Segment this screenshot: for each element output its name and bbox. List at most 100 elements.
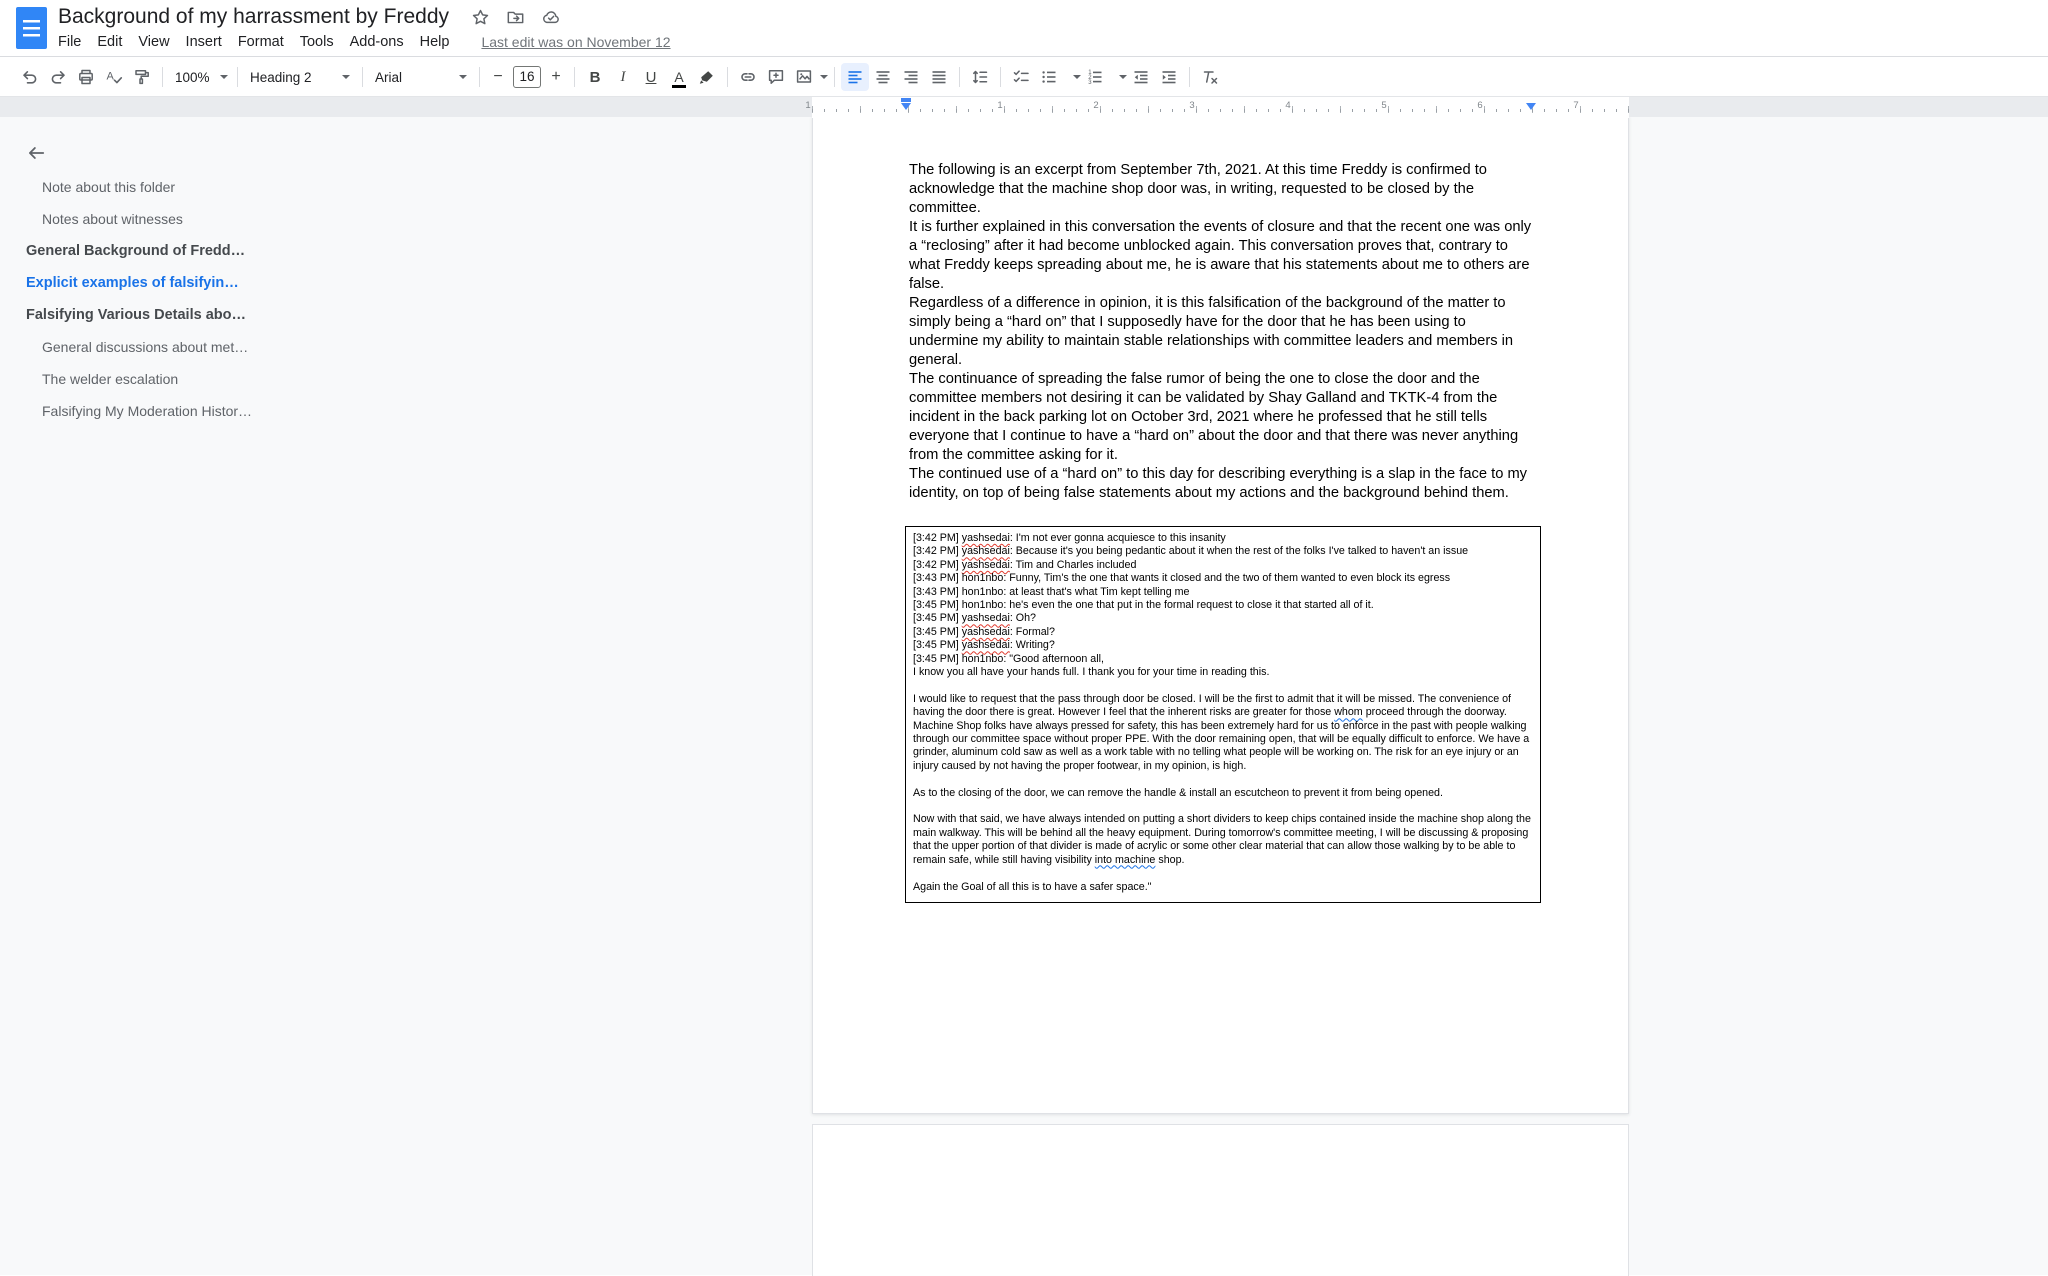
redo-button[interactable] [44, 63, 72, 91]
outline-item-explicit-examples-of-falsify[interactable]: Explicit examples of falsifyin… [26, 273, 456, 293]
clear-formatting-button[interactable] [1196, 63, 1224, 91]
toolbar-separator [727, 67, 728, 87]
text-color-button[interactable]: A [665, 63, 693, 91]
outline-item-general-discussions-about-me[interactable]: General discussions about met… [26, 337, 456, 357]
misspelled-word: yashsedai [962, 532, 1010, 544]
document-page-1[interactable]: The following is an excerpt from Septemb… [812, 116, 1629, 1114]
justify-button[interactable] [925, 63, 953, 91]
body-paragraph: It is further explained in this conversa… [909, 218, 1533, 294]
toolbar-separator [162, 67, 163, 87]
undo-button[interactable] [16, 63, 44, 91]
outline-item-falsifying-my-moderation-his[interactable]: Falsifying My Moderation Histor… [26, 401, 456, 421]
bold-button[interactable]: B [581, 63, 609, 91]
menu-view[interactable]: View [130, 32, 177, 52]
align-center-button[interactable] [869, 63, 897, 91]
misspelled-word: yashsedai [962, 639, 1010, 651]
chat-line: Now with that said, we have always inten… [913, 813, 1533, 867]
grammar-flagged-word: into machine [1095, 854, 1156, 866]
outline-item-label: Explicit examples of falsifyin… [26, 275, 239, 291]
highlight-color-button[interactable] [693, 63, 721, 91]
chat-text: [3:43 PM] hon1nbo: at least that's what … [913, 586, 1190, 598]
decrease-indent-button[interactable] [1127, 63, 1155, 91]
move-folder-icon[interactable] [506, 8, 525, 27]
chevron-down-icon [220, 75, 228, 79]
back-arrow-icon [26, 143, 46, 163]
star-icon[interactable] [471, 8, 490, 27]
last-edit-link[interactable]: Last edit was on November 12 [481, 34, 670, 50]
insert-image-button[interactable] [790, 63, 818, 91]
menu-format[interactable]: Format [230, 32, 292, 52]
outline-item-note-about-this-folder[interactable]: Note about this folder [26, 177, 456, 197]
paragraph-style-select[interactable]: Heading 2 [244, 63, 356, 91]
cloud-saved-icon[interactable] [541, 8, 561, 27]
ruler-number: 5 [1381, 100, 1386, 111]
menu-add-ons[interactable]: Add-ons [342, 32, 412, 52]
misspelled-word: yashsedai [962, 626, 1010, 638]
font-size-increase-button[interactable]: + [544, 65, 568, 89]
paint-format-button[interactable] [128, 63, 156, 91]
menu-file[interactable]: File [50, 32, 89, 52]
font-size-input[interactable]: 16 [513, 66, 541, 88]
chat-text: : Oh? [1010, 612, 1036, 624]
chevron-down-icon [342, 75, 350, 79]
right-indent-marker[interactable] [1526, 103, 1536, 110]
font-size-decrease-button[interactable]: − [486, 65, 510, 89]
menu-help[interactable]: Help [412, 32, 458, 52]
chat-text: : Because it's you being pedantic about … [1010, 545, 1468, 557]
toolbar-separator [574, 67, 575, 87]
outline-item-general-background-of-fredd-[interactable]: General Background of Fredd… [26, 241, 456, 261]
document-page-2[interactable] [812, 1124, 1629, 1276]
left-indent-marker[interactable] [901, 103, 911, 110]
spell-check-button[interactable]: A [100, 63, 128, 91]
misspelled-word: yashsedai [962, 559, 1010, 571]
menu-bar: FileEditViewInsertFormatToolsAdd-onsHelp… [50, 30, 671, 54]
numbered-list-button[interactable]: 123 [1081, 63, 1109, 91]
chat-line: Again the Goal of all this is to have a … [913, 881, 1533, 894]
print-button[interactable] [72, 63, 100, 91]
increase-indent-button[interactable] [1155, 63, 1183, 91]
outline-item-the-welder-escalation[interactable]: The welder escalation [26, 369, 456, 389]
checklist-button[interactable] [1007, 63, 1035, 91]
outline-item-falsifying-various-details-a[interactable]: Falsifying Various Details abo… [26, 305, 456, 325]
bullet-list-button[interactable] [1035, 63, 1063, 91]
line-spacing-button[interactable] [966, 63, 994, 91]
underline-button[interactable]: U [637, 63, 665, 91]
outline-item-label: Notes about witnesses [42, 211, 183, 227]
chat-text: [3:45 PM] [913, 612, 962, 624]
body-paragraph: The following is an excerpt from Septemb… [909, 161, 1533, 218]
align-right-button[interactable] [897, 63, 925, 91]
outline-item-label: The welder escalation [42, 371, 178, 387]
chat-text: : Tim and Charles included [1010, 559, 1137, 571]
menu-edit[interactable]: Edit [89, 32, 130, 52]
menu-tools[interactable]: Tools [292, 32, 342, 52]
menu-insert[interactable]: Insert [178, 32, 230, 52]
italic-button[interactable]: I [609, 63, 637, 91]
outline-item-label: Falsifying My Moderation Histor… [42, 403, 252, 419]
add-comment-button[interactable] [762, 63, 790, 91]
document-title[interactable]: Background of my harrassment by Freddy [58, 5, 449, 29]
chat-line: [3:45 PM] yashsedai: Oh? [913, 612, 1533, 625]
outline-item-notes-about-witnesses[interactable]: Notes about witnesses [26, 209, 456, 229]
align-left-button[interactable] [841, 63, 869, 91]
chat-text: [3:45 PM] [913, 626, 962, 638]
chat-line: [3:45 PM] yashsedai: Writing? [913, 639, 1533, 652]
chevron-down-icon[interactable] [1119, 75, 1127, 79]
docs-logo-icon[interactable] [16, 7, 47, 49]
zoom-select[interactable]: 100% [169, 63, 231, 91]
first-line-indent-marker[interactable] [901, 98, 911, 102]
chat-text: [3:45 PM] hon1nbo: "Good afternoon all, [913, 653, 1104, 665]
font-select[interactable]: Arial [369, 63, 473, 91]
toolbar-separator [1189, 67, 1190, 87]
misspelled-word: yashsedai [962, 545, 1010, 557]
chevron-down-icon[interactable] [1073, 75, 1081, 79]
insert-link-button[interactable] [734, 63, 762, 91]
ruler-number: 1 [805, 100, 810, 111]
document-body: The following is an excerpt from Septemb… [909, 161, 1533, 903]
toolbar-separator [237, 67, 238, 87]
chat-line: [3:43 PM] hon1nbo: at least that's what … [913, 586, 1533, 599]
chat-text: As to the closing of the door, we can re… [913, 787, 1443, 799]
close-outline-button[interactable] [24, 141, 48, 165]
chevron-down-icon[interactable] [820, 75, 828, 79]
toolbar-separator [1000, 67, 1001, 87]
toolbar-separator [479, 67, 480, 87]
